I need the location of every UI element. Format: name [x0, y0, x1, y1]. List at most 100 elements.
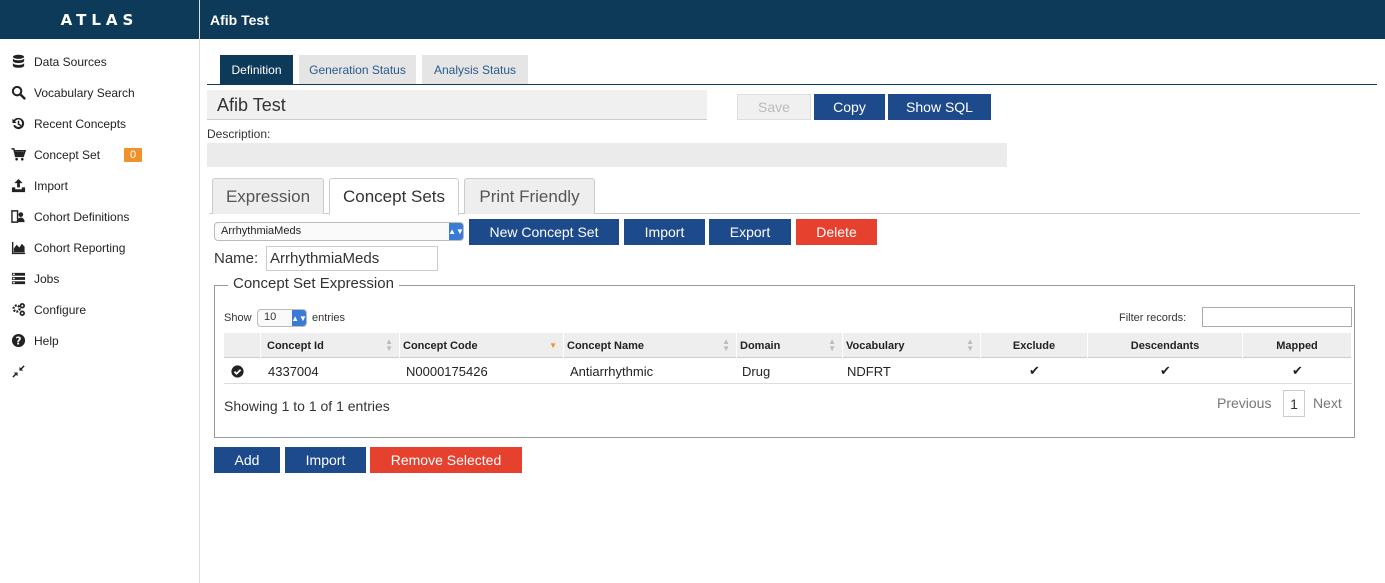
sidebar-item-label: Configure — [34, 302, 87, 317]
page-length-value: 10 — [264, 311, 277, 323]
list-icon — [10, 271, 26, 287]
column-descendants: Descendants — [1088, 333, 1243, 358]
cell-domain: Drug — [742, 363, 771, 379]
sidebar-item-vocabulary-search[interactable]: Vocabulary Search — [0, 77, 199, 108]
sidebar-item-concept-set[interactable]: Concept Set 0 — [0, 139, 199, 170]
table-row: 4337004 N0000175426 Antiarrhythmic Drug … — [224, 358, 1352, 384]
concept-set-name-input[interactable]: ArrhythmiaMeds — [266, 246, 438, 271]
check-circle-icon — [230, 364, 244, 378]
tab-definition[interactable]: Definition — [220, 55, 293, 84]
sidebar-item-label: Vocabulary Search — [34, 85, 135, 100]
sidebar-item-label: Import — [34, 178, 69, 193]
column-concept-name[interactable]: Concept Name ▲ ▼ — [564, 333, 737, 358]
filter-records-input[interactable] — [1202, 307, 1352, 327]
tab-print-friendly[interactable]: Print Friendly — [464, 178, 595, 214]
filter-label: Filter records: — [1119, 312, 1187, 324]
sidebar-item-label: Recent Concepts — [34, 116, 127, 131]
import-concepts-button[interactable]: Import — [285, 447, 366, 473]
sidebar-item-cohort-reporting[interactable]: Cohort Reporting — [0, 232, 199, 263]
sidebar-item-jobs[interactable]: Jobs — [0, 263, 199, 294]
sidebar: ATLAS Data Sources Vocabulary Search Rec… — [0, 0, 200, 583]
save-button[interactable]: Save — [737, 94, 811, 120]
sidebar-item-recent-concepts[interactable]: Recent Concepts — [0, 108, 199, 139]
select-arrows-icon: ▲▼ — [291, 310, 307, 326]
column-concept-code[interactable]: Concept Code ▼ — [400, 333, 564, 358]
next-page-button[interactable]: Next — [1313, 395, 1342, 411]
previous-page-button[interactable]: Previous — [1217, 395, 1271, 411]
column-domain[interactable]: Domain ▲ ▼ — [737, 333, 843, 358]
column-exclude: Exclude — [981, 333, 1088, 358]
question-icon: ? — [10, 333, 26, 349]
sidebar-item-label: Cohort Reporting — [34, 240, 126, 255]
atlas-logo[interactable]: ATLAS — [0, 0, 199, 39]
descendants-checkmark-icon[interactable]: ✔ — [1088, 358, 1243, 384]
sort-icon: ▲ ▼ — [828, 337, 836, 353]
compress-icon — [10, 364, 26, 380]
history-icon — [10, 116, 26, 132]
page-header: Afib Test — [200, 0, 1385, 39]
sidebar-item-help[interactable]: ? Help — [0, 325, 199, 356]
exclude-checkmark-icon[interactable]: ✔ — [981, 358, 1088, 384]
delete-concept-set-button[interactable]: Delete — [796, 219, 877, 245]
sidebar-collapse-toggle[interactable] — [0, 356, 199, 387]
sidebar-item-label: Cohort Definitions — [34, 209, 130, 224]
sidebar-item-label: Jobs — [34, 271, 60, 286]
sort-desc-icon: ▼ — [549, 341, 557, 350]
sidebar-item-data-sources[interactable]: Data Sources — [0, 46, 199, 77]
nav-list: Data Sources Vocabulary Search Recent Co… — [0, 39, 199, 387]
cell-concept-id: 4337004 — [268, 363, 319, 379]
table-info: Showing 1 to 1 of 1 entries — [224, 398, 390, 414]
show-sql-button[interactable]: Show SQL — [888, 94, 991, 120]
sidebar-item-label: Concept Set — [34, 147, 101, 162]
tab-analysis-status[interactable]: Analysis Status — [422, 55, 528, 84]
svg-text:?: ? — [15, 335, 21, 347]
copy-button[interactable]: Copy — [814, 94, 885, 120]
concept-set-select-value: ArrhythmiaMeds — [221, 225, 302, 237]
import-concept-set-button[interactable]: Import — [624, 219, 705, 245]
tab-concept-sets[interactable]: Concept Sets — [329, 178, 459, 215]
search-icon — [10, 85, 26, 101]
column-mapped: Mapped — [1243, 333, 1352, 358]
new-concept-set-button[interactable]: New Concept Set — [469, 219, 619, 245]
column-vocabulary[interactable]: Vocabulary ▲ ▼ — [843, 333, 981, 358]
page-length-select[interactable]: 10 ▲▼ — [257, 309, 307, 327]
column-select — [224, 333, 261, 358]
cell-concept-code: N0000175426 — [406, 363, 488, 379]
gears-icon — [10, 302, 26, 318]
page-title: Afib Test — [210, 11, 269, 28]
concept-set-name-label: Name: — [214, 250, 259, 267]
cohort-inner-tabs: Expression Concept Sets Print Friendly — [209, 178, 1360, 215]
add-button[interactable]: Add — [214, 447, 280, 473]
sidebar-item-label: Help — [34, 333, 59, 348]
select-arrows-icon: ▲▼ — [448, 223, 464, 240]
database-icon — [10, 54, 26, 70]
description-input[interactable] — [207, 143, 1007, 167]
upload-icon — [10, 178, 26, 194]
tab-generation-status[interactable]: Generation Status — [299, 55, 416, 84]
mapped-checkmark-icon[interactable]: ✔ — [1243, 358, 1352, 384]
concept-set-select[interactable]: ArrhythmiaMeds ▲▼ — [214, 222, 464, 241]
cohort-title-input[interactable]: Afib Test — [207, 90, 707, 120]
sort-icon: ▲ ▼ — [966, 337, 974, 353]
sort-icon: ▲ ▼ — [385, 337, 393, 353]
cell-concept-name: Antiarrhythmic — [570, 363, 654, 379]
concept-set-expression-legend: Concept Set Expression — [228, 275, 399, 292]
sidebar-item-label: Data Sources — [34, 54, 107, 69]
cell-vocabulary: NDFRT — [847, 363, 891, 379]
remove-selected-button[interactable]: Remove Selected — [370, 447, 522, 473]
description-label: Description: — [207, 127, 271, 141]
cohort-icon — [10, 209, 26, 225]
definition-tabs: Definition Generation Status Analysis St… — [207, 55, 1377, 85]
column-concept-id[interactable]: Concept Id ▲ ▼ — [261, 333, 400, 358]
export-concept-set-button[interactable]: Export — [709, 219, 791, 245]
sidebar-item-import[interactable]: Import — [0, 170, 199, 201]
page-1-button[interactable]: 1 — [1283, 390, 1305, 417]
sidebar-item-cohort-definitions[interactable]: Cohort Definitions — [0, 201, 199, 232]
cart-icon — [10, 147, 26, 163]
sidebar-item-configure[interactable]: Configure — [0, 294, 199, 325]
entries-label: entries — [312, 312, 346, 324]
row-select-icon[interactable] — [224, 358, 250, 384]
area-chart-icon — [10, 240, 26, 256]
table-header: Concept Id ▲ ▼ Concept Code ▼ Concept Nam… — [224, 333, 1352, 358]
tab-expression[interactable]: Expression — [212, 178, 324, 214]
